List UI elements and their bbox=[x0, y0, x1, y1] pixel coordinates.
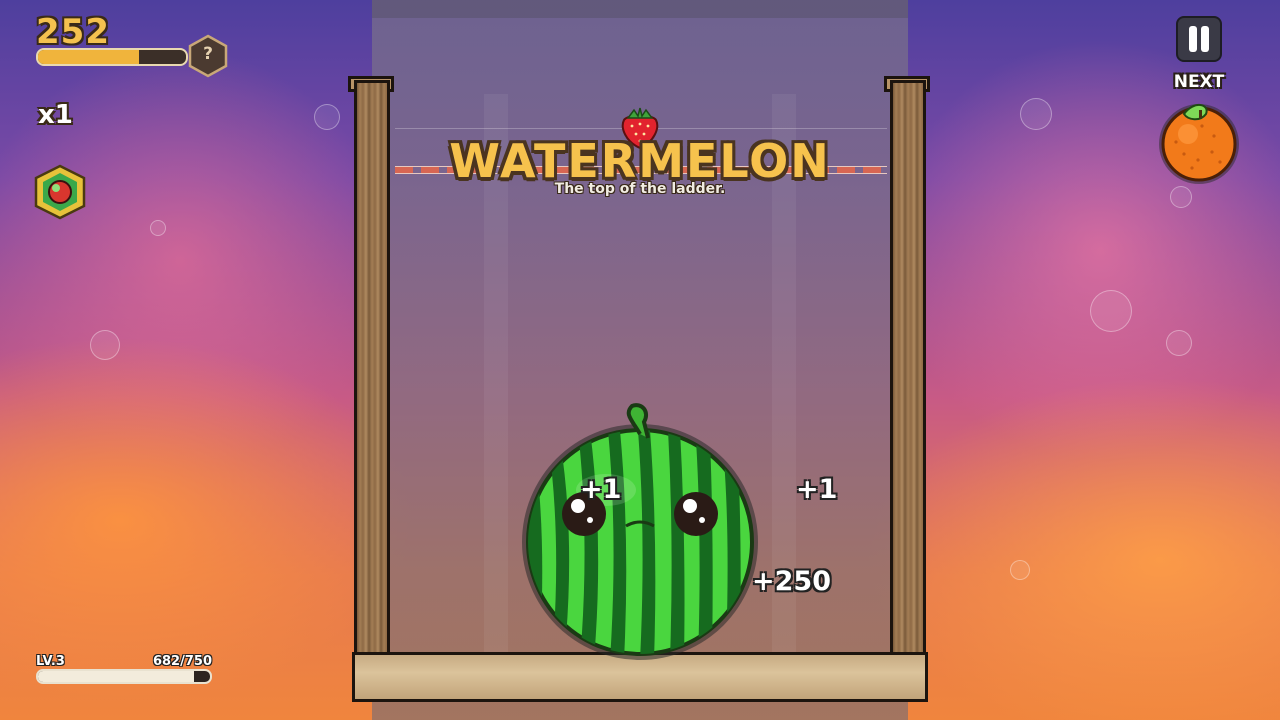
watermelon-icon[interactable] bbox=[516, 400, 766, 662]
mystery-badge-label: ? bbox=[203, 44, 213, 64]
bg-sparkle bbox=[1090, 290, 1132, 332]
bg-sparkle bbox=[90, 330, 120, 360]
score-multiplier: x1 bbox=[38, 100, 73, 130]
bg-sparkle bbox=[1010, 560, 1030, 580]
play-area-top bbox=[372, 0, 908, 18]
merge-title: WATERMELON bbox=[449, 134, 831, 188]
xp-value: 682/750 bbox=[152, 654, 212, 669]
left-wall bbox=[354, 80, 390, 662]
mystery-badge[interactable]: ? bbox=[188, 34, 228, 78]
next-label: NEXT bbox=[1173, 72, 1225, 92]
fruit-gem-icon[interactable] bbox=[34, 164, 86, 220]
pause-button[interactable] bbox=[1176, 16, 1222, 62]
floating-score: +1 bbox=[796, 474, 838, 505]
score-progress-fill bbox=[38, 50, 139, 64]
right-wall bbox=[890, 80, 926, 662]
score-value: 252 bbox=[36, 12, 110, 52]
floating-score: +1 bbox=[580, 474, 622, 505]
bg-sparkle bbox=[150, 220, 166, 236]
bg-sparkle bbox=[314, 104, 340, 130]
score-progress-bar bbox=[36, 48, 188, 66]
bg-sparkle bbox=[1020, 98, 1052, 130]
bg-sparkle bbox=[1170, 186, 1192, 208]
merge-subtitle: The top of the ladder. bbox=[554, 181, 726, 197]
orange-icon bbox=[1159, 104, 1239, 184]
xp-progress-fill bbox=[38, 671, 195, 682]
bg-sparkle bbox=[1166, 330, 1192, 356]
floating-score: +250 bbox=[752, 566, 831, 597]
xp-progress-bar bbox=[36, 669, 212, 684]
level-label: LV.3 bbox=[36, 654, 65, 669]
